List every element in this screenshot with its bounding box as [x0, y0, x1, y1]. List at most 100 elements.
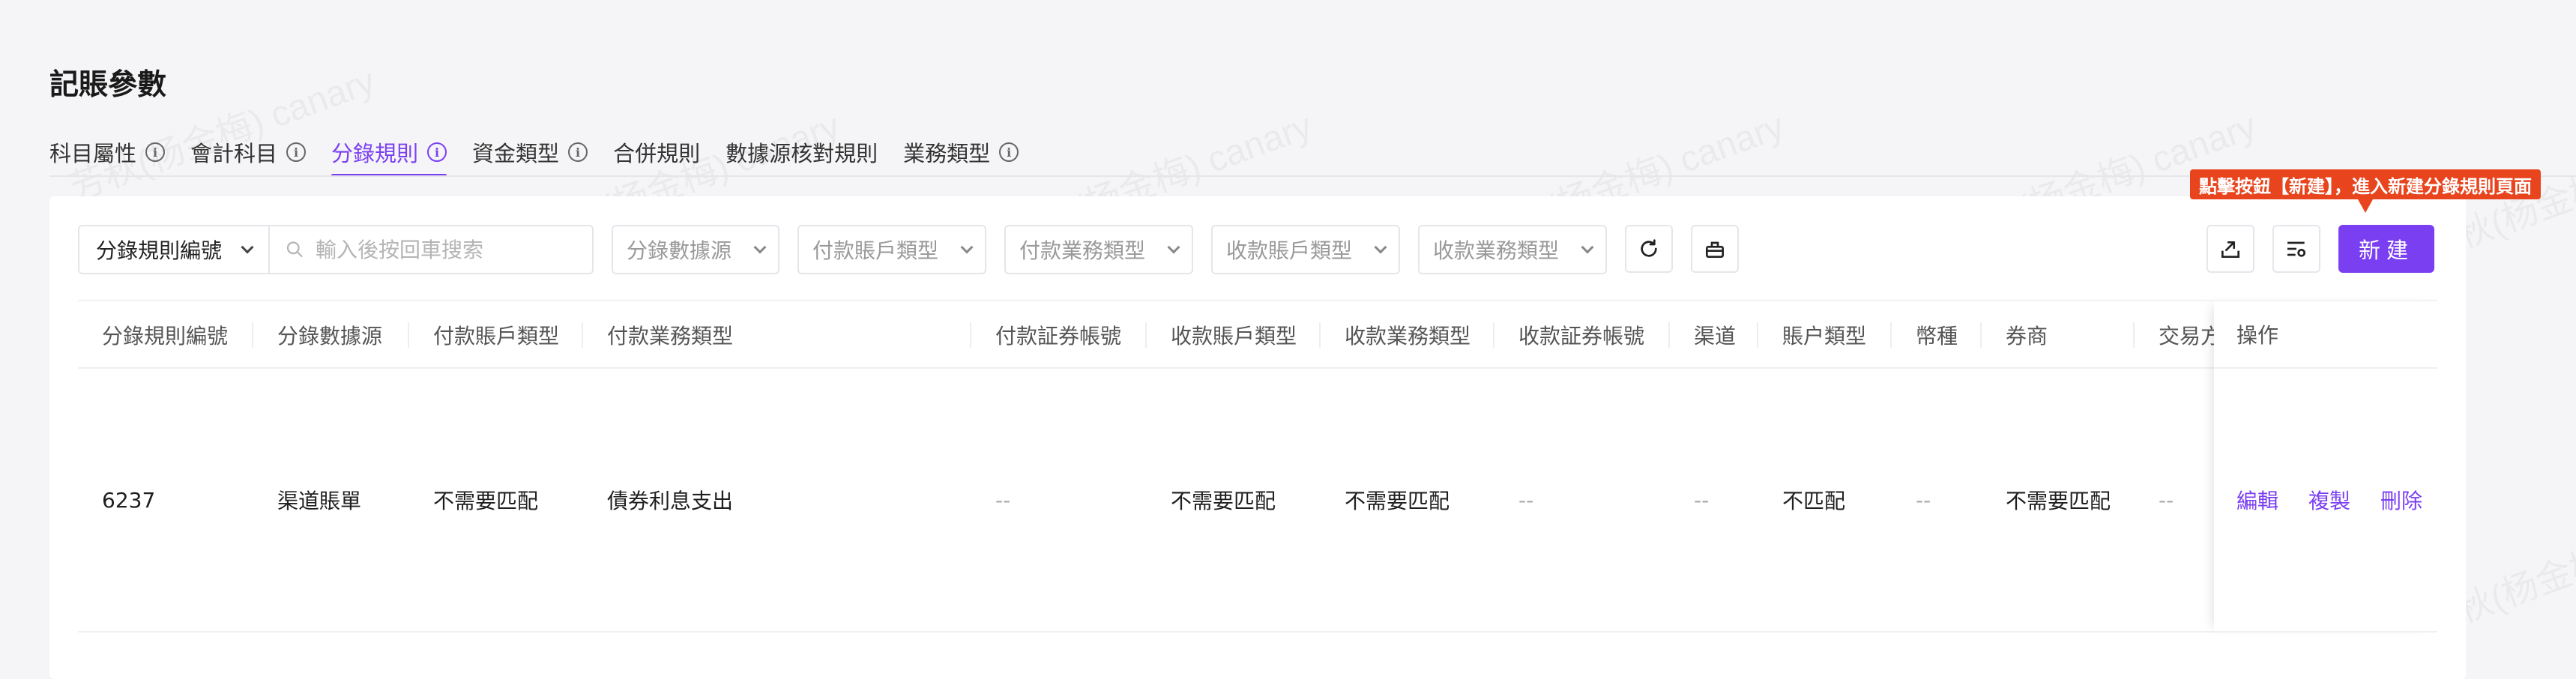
cell-account-type: 不匹配	[1782, 489, 1846, 513]
chevron-down-icon	[753, 241, 767, 254]
column-divider	[1145, 322, 1147, 348]
column-divider	[408, 322, 409, 348]
chevron-down-icon	[1167, 241, 1180, 254]
info-icon[interactable]: i	[568, 142, 588, 162]
cell-rule-id: 6237	[102, 487, 156, 513]
delete-link[interactable]: 刪除	[2380, 485, 2422, 515]
filter-payer-account-type[interactable]: 付款賬戶類型	[797, 225, 986, 274]
tab-label: 資金類型	[472, 141, 560, 166]
cell-payee-account-type: 不需要匹配	[1171, 489, 1276, 513]
tab-label: 業務類型	[903, 141, 991, 166]
new-button[interactable]: 新建	[2338, 225, 2434, 273]
cell-datasource: 渠道賬單	[277, 489, 362, 513]
tab-bar: 科目屬性 i 會計科目 i 分錄規則 i 資金類型 i 合併規則 數據源核對規則…	[49, 124, 1019, 177]
edit-link[interactable]: 編輯	[2236, 485, 2278, 515]
cell-payee-securities-account: --	[1518, 487, 1534, 513]
content-card: 分錄規則編號 分錄數據源 付款賬戶類型 付款業務類型 收款賬戶類型	[49, 196, 2466, 679]
search-input[interactable]	[316, 237, 577, 262]
rules-table: 分錄規則編號 分錄數據源 付款賬戶類型 付款業務類型 付款証券帳號 收款賬戶類型…	[78, 300, 2437, 633]
new-button-tooltip: 點擊按鈕【新建】，進入新建分錄規則頁面	[2190, 169, 2541, 213]
cell-currency: --	[1916, 487, 1931, 513]
refresh-icon	[1641, 239, 1657, 257]
column-settings-button[interactable]	[2272, 225, 2320, 273]
tab-merge-rules[interactable]: 合併規則	[613, 124, 700, 177]
actions-column: 操作 編輯 複製 刪除	[2214, 300, 2437, 633]
filter-payer-business-type[interactable]: 付款業務類型	[1004, 225, 1193, 274]
search-box[interactable]	[270, 225, 594, 274]
column-header: 渠道	[1694, 324, 1737, 348]
column-header: 付款業務類型	[607, 324, 734, 348]
column-divider	[1493, 322, 1494, 348]
column-header: 幣種	[1916, 324, 1958, 348]
cell-payer-account-type: 不需要匹配	[433, 489, 539, 513]
column-divider	[1319, 322, 1321, 348]
tab-entry-rules[interactable]: 分錄規則 i	[331, 124, 447, 177]
column-header: 賬户類型	[1782, 324, 1867, 348]
search-icon	[286, 241, 303, 258]
search-field-select-value: 分錄規則編號	[96, 238, 223, 263]
filter-label: 收款業務類型	[1433, 238, 1560, 263]
actions-header: 操作	[2214, 300, 2437, 369]
table-row[interactable]: 6237 渠道賬單 不需要匹配 債券利息支出 -- 不需要匹配 不需要匹配 --…	[78, 369, 2437, 633]
chevron-down-icon	[241, 241, 254, 254]
column-divider	[582, 322, 583, 348]
column-divider	[970, 322, 971, 348]
tab-label: 分錄規則	[331, 141, 419, 166]
clear-icon	[1706, 241, 1724, 258]
info-icon[interactable]: i	[145, 142, 166, 162]
cell-channel: --	[1694, 487, 1710, 513]
filter-label: 收款賬戶類型	[1226, 238, 1353, 263]
column-header: 付款賬戶類型	[433, 324, 560, 348]
tab-datasource-check-rules[interactable]: 數據源核對規則	[726, 124, 878, 177]
column-divider	[1890, 322, 1892, 348]
export-button[interactable]	[2207, 225, 2254, 273]
cell-broker: 不需要匹配	[2006, 489, 2111, 513]
column-header: 付款証券帳號	[995, 324, 1122, 348]
column-divider	[1980, 322, 1982, 348]
column-header: 收款証券帳號	[1518, 324, 1645, 348]
export-icon	[2221, 241, 2239, 258]
tab-label: 會計科目	[190, 141, 278, 166]
refresh-button[interactable]	[1625, 225, 1673, 273]
cell-counterparty: --	[2159, 487, 2174, 513]
tab-fund-types[interactable]: 資金類型 i	[472, 124, 588, 177]
tab-label: 數據源核對規則	[726, 141, 878, 166]
column-header: 分錄規則編號	[102, 324, 229, 348]
filter-payee-business-type[interactable]: 收款業務類型	[1418, 225, 1607, 274]
filter-label: 付款賬戶類型	[812, 238, 939, 263]
chevron-down-icon	[1374, 241, 1387, 254]
filter-payee-account-type[interactable]: 收款賬戶類型	[1211, 225, 1400, 274]
copy-link[interactable]: 複製	[2308, 485, 2350, 515]
search-field-select[interactable]: 分錄規則編號	[78, 225, 270, 274]
toolbar: 分錄規則編號 分錄數據源 付款賬戶類型 付款業務類型 收款賬戶類型	[78, 225, 2437, 274]
filter-entry-datasource[interactable]: 分錄數據源	[612, 225, 779, 274]
actions-cell: 編輯 複製 刪除	[2214, 369, 2437, 633]
tab-label: 科目屬性	[49, 141, 137, 166]
column-settings-icon	[2287, 241, 2305, 257]
column-divider	[2133, 322, 2135, 348]
tab-label: 合併規則	[613, 141, 701, 166]
column-header: 收款賬戶類型	[1171, 324, 1297, 348]
chevron-down-icon	[960, 241, 974, 254]
column-header: 收款業務類型	[1345, 324, 1471, 348]
filter-label: 分錄數據源	[627, 238, 732, 263]
column-header: 券商	[2006, 324, 2048, 348]
tab-accounting-subjects[interactable]: 會計科目 i	[190, 124, 307, 177]
tab-account-attributes[interactable]: 科目屬性 i	[49, 124, 166, 177]
column-header: 交易方	[2159, 324, 2222, 348]
info-icon[interactable]: i	[286, 142, 307, 162]
page-title: 記賬參數	[49, 68, 167, 102]
column-divider	[1757, 322, 1758, 348]
cell-payee-business-type: 不需要匹配	[1345, 489, 1450, 513]
cell-payer-business-type: 債券利息支出	[607, 489, 734, 513]
column-divider	[252, 322, 253, 348]
info-icon[interactable]: i	[427, 142, 447, 162]
clear-filters-button[interactable]	[1691, 225, 1739, 273]
cell-payer-securities-account: --	[995, 487, 1011, 513]
chevron-down-icon	[1581, 241, 1594, 254]
info-icon[interactable]: i	[999, 142, 1019, 162]
search-combo: 分錄規則編號	[78, 225, 594, 274]
filter-label: 付款業務類型	[1019, 238, 1146, 263]
column-header: 分錄數據源	[277, 324, 383, 348]
tab-business-types[interactable]: 業務類型 i	[903, 124, 1019, 177]
